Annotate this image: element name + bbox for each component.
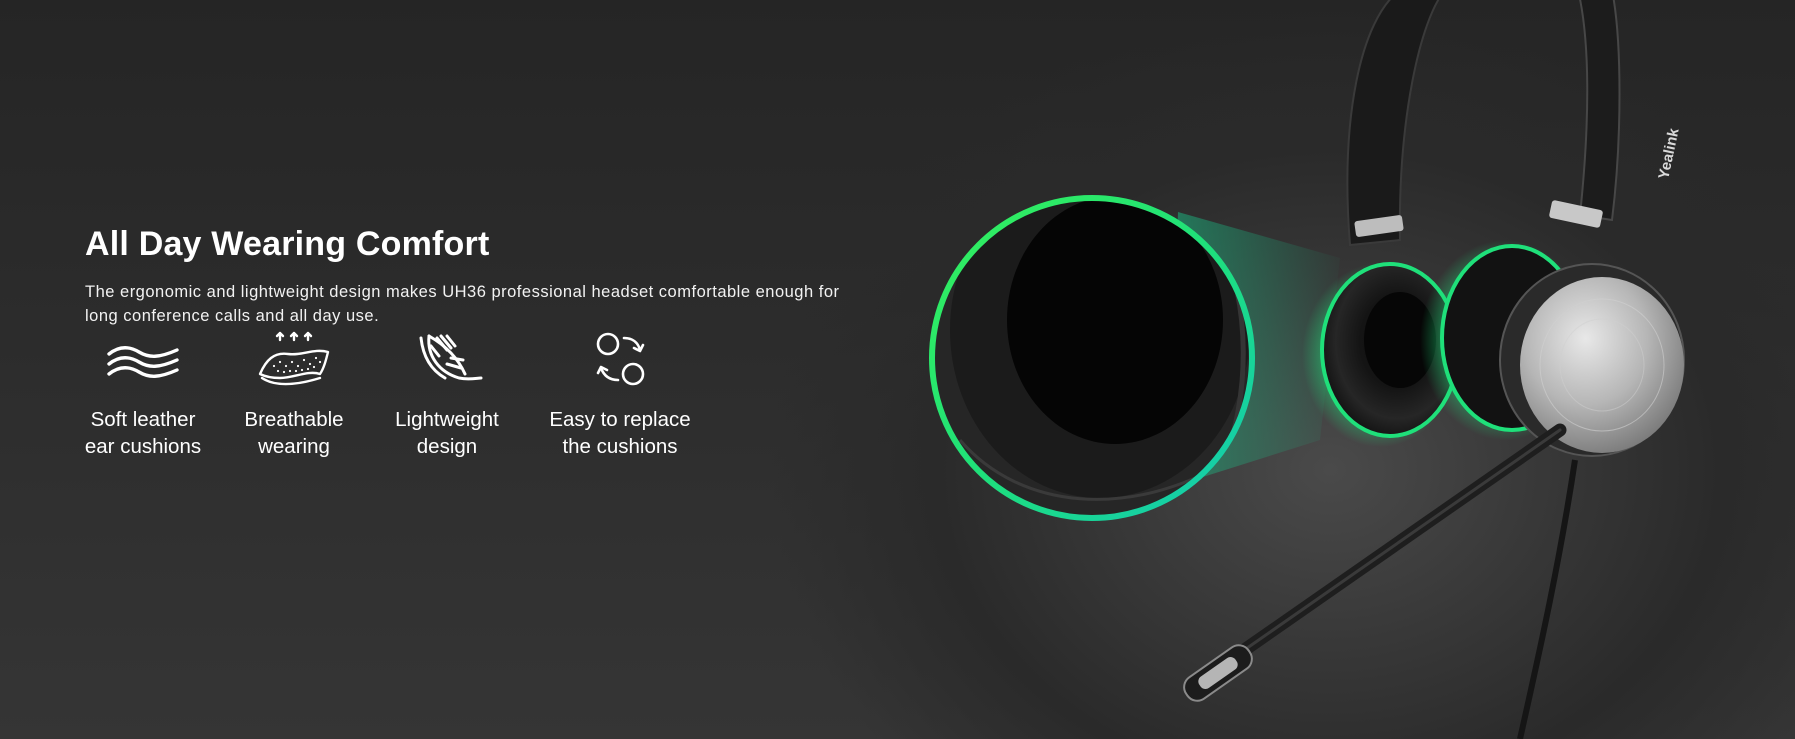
hero-text-block: All Day Wearing Comfort The ergonomic an… bbox=[85, 222, 855, 328]
hero-description: The ergonomic and lightweight design mak… bbox=[85, 283, 840, 325]
feature-label: Soft leather ear cushions bbox=[84, 408, 202, 458]
feature-lightweight: Lightweight design bbox=[387, 330, 507, 460]
feature-label: Lightweight design bbox=[395, 408, 499, 458]
cushion-zoom-bubble bbox=[929, 195, 1255, 521]
headset-product-image: Yealink bbox=[929, 0, 1685, 739]
feature-label: Breathable wearing bbox=[244, 408, 344, 458]
swap-circles-icon bbox=[580, 330, 660, 394]
waves-icon bbox=[103, 330, 183, 394]
feature-replace-cushions: Easy to replace the cushions bbox=[540, 330, 700, 460]
hero-title: All Day Wearing Comfort bbox=[85, 225, 490, 263]
headband bbox=[1346, 0, 1440, 247]
feature-breathable: Breathable wearing bbox=[234, 330, 354, 460]
brand-mark: Yealink bbox=[1655, 126, 1683, 181]
cable bbox=[1517, 459, 1578, 739]
feature-label: Easy to replace the cushions bbox=[549, 408, 691, 458]
breathable-cushion-icon bbox=[254, 330, 334, 394]
feature-soft-leather: Soft leather ear cushions bbox=[78, 330, 208, 460]
silver-ear-plate bbox=[1520, 277, 1684, 453]
feather-icon bbox=[407, 330, 487, 394]
